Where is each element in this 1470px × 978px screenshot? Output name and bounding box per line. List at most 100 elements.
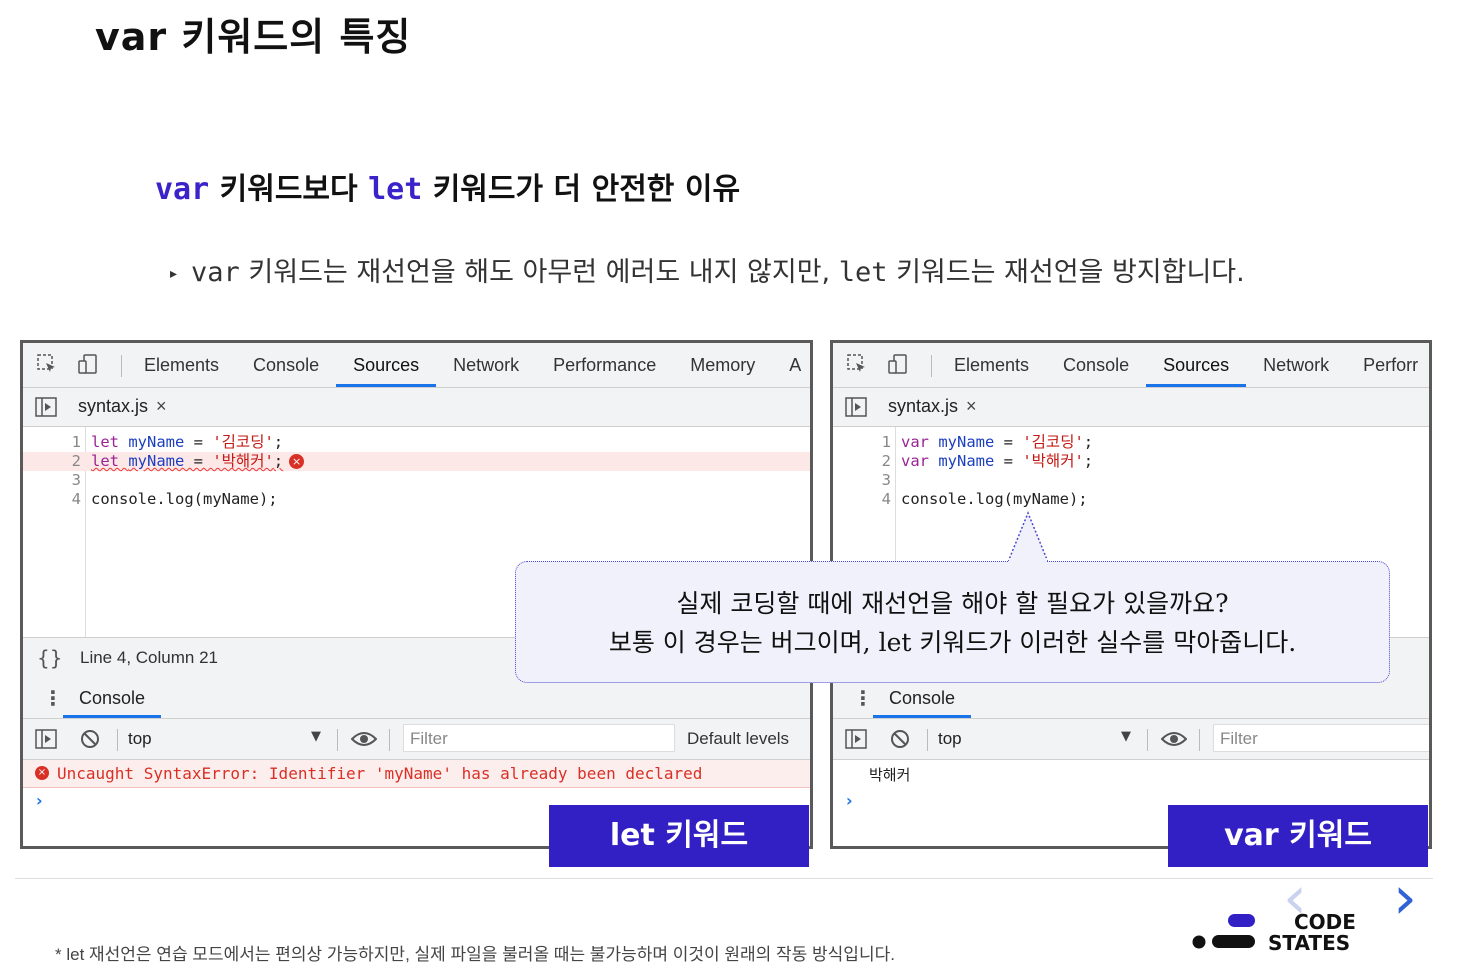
tab-network[interactable]: Network xyxy=(1246,343,1346,387)
console-log-output: 박해커 xyxy=(869,766,911,784)
tab-elements[interactable]: Elements xyxy=(937,343,1046,387)
tab-elements[interactable]: Elements xyxy=(127,343,236,387)
inspect-element-icon[interactable] xyxy=(847,354,867,374)
previous-slide-icon[interactable]: ‹ xyxy=(1283,868,1307,928)
drawer-tab-console[interactable]: Console xyxy=(63,678,162,718)
line-number: 4 xyxy=(881,490,891,508)
code-line-error: 2 let myName = '박해커'; × xyxy=(23,452,810,471)
tab-network[interactable]: Network xyxy=(436,343,536,387)
code-text: console.log(myName); xyxy=(91,490,278,508)
tab-sources[interactable]: Sources xyxy=(1146,343,1247,387)
toggle-navigator-icon[interactable] xyxy=(845,397,867,417)
code-keyword: let xyxy=(91,452,119,470)
bullet-keyword-let: let xyxy=(838,257,888,288)
file-tab[interactable]: syntax.js × xyxy=(78,396,167,417)
pretty-print-icon[interactable]: {} xyxy=(37,646,62,670)
code-identifier: myName xyxy=(128,452,185,470)
code-operator: = xyxy=(994,452,1023,470)
more-options-icon[interactable]: ⋮ xyxy=(853,686,873,710)
tab-sources[interactable]: Sources xyxy=(336,343,437,387)
clear-console-icon[interactable] xyxy=(890,729,910,749)
devtools-toolbar: Elements Console Sources Network Perforr xyxy=(833,343,1429,388)
code-line: 2 var myName = '박해커'; xyxy=(833,452,1429,471)
file-name: syntax.js xyxy=(78,396,149,416)
show-sidebar-icon[interactable] xyxy=(845,729,867,749)
code-operator: = xyxy=(994,433,1023,451)
device-toolbar-icon[interactable] xyxy=(888,354,908,374)
codestates-logo: CODE STATES xyxy=(1190,910,1360,960)
tab-memory[interactable]: Memory xyxy=(673,343,772,387)
code-line: 4 console.log(myName); xyxy=(23,490,810,509)
label-var-keyword: var 키워드 xyxy=(1168,805,1428,867)
clear-console-icon[interactable] xyxy=(80,729,100,749)
code-keyword: var xyxy=(901,452,929,470)
line-number: 1 xyxy=(71,433,81,451)
heading-text-1: 키워드보다 xyxy=(209,172,369,207)
code-string: '김코딩' xyxy=(212,433,274,451)
console-toolbar: top ▼ Filter Default levels xyxy=(23,719,810,760)
chevron-down-icon[interactable]: ▼ xyxy=(311,729,321,744)
line-number: 3 xyxy=(881,471,891,489)
code-keyword: var xyxy=(901,433,929,451)
context-selector[interactable]: top xyxy=(128,729,152,749)
next-slide-icon[interactable]: › xyxy=(1393,868,1417,928)
label-let-keyword: let 키워드 xyxy=(549,805,809,867)
devtools-tabs: Elements Console Sources Network Perforr xyxy=(937,343,1429,387)
code-text: console.log(myName); xyxy=(901,490,1088,508)
code-identifier: myName xyxy=(938,433,995,451)
filter-input[interactable]: Filter xyxy=(1213,724,1429,752)
inspect-element-icon[interactable] xyxy=(37,354,57,374)
eye-icon[interactable] xyxy=(351,730,377,748)
log-levels-dropdown[interactable]: Default levels xyxy=(687,729,789,749)
code-operator: = xyxy=(184,452,213,470)
device-toolbar-icon[interactable] xyxy=(78,354,98,374)
console-prompt-icon[interactable]: › xyxy=(36,791,43,810)
tab-console[interactable]: Console xyxy=(236,343,336,387)
close-icon[interactable]: × xyxy=(966,396,977,416)
error-icon[interactable]: × xyxy=(289,454,305,469)
code-operator: = xyxy=(184,433,213,451)
code-semicolon: ; xyxy=(273,452,284,470)
callout-joint xyxy=(1009,558,1047,563)
section-heading: var 키워드보다 let 키워드가 더 안전한 이유 xyxy=(155,164,740,208)
code-line: 3 xyxy=(23,471,810,490)
code-string: '박해커' xyxy=(1022,452,1084,470)
drawer-tab-console[interactable]: Console xyxy=(873,678,972,718)
context-selector[interactable]: top xyxy=(938,729,962,749)
file-tab[interactable]: syntax.js × xyxy=(888,396,977,417)
console-toolbar: top ▼ Filter xyxy=(833,719,1429,760)
callout-line-2: 보통 이 경우는 버그이며, let 키워드가 이러한 실수를 막아줍니다. xyxy=(608,628,1297,657)
bullet-keyword-var: var xyxy=(191,257,240,288)
chevron-down-icon[interactable]: ▼ xyxy=(1121,729,1131,744)
bullet-marker-icon: ▸ xyxy=(170,265,178,282)
code-string: '박해커' xyxy=(212,452,274,470)
bullet-point: ▸ var 키워드는 재선언을 해도 아무런 에러도 내지 않지만, let 키워… xyxy=(170,250,1245,289)
logo-text-states: STATES xyxy=(1268,931,1351,955)
more-options-icon[interactable]: ⋮ xyxy=(43,686,63,710)
tab-performance[interactable]: Performance xyxy=(536,343,673,387)
devtools-toolbar: Elements Console Sources Network Perform… xyxy=(23,343,810,388)
code-identifier: myName xyxy=(938,452,995,470)
callout-line-1: 실제 코딩할 때에 재선언을 해야 할 필요가 있을까요? xyxy=(676,589,1229,618)
toggle-navigator-icon[interactable] xyxy=(35,397,57,417)
divider xyxy=(15,878,1433,879)
heading-keyword-var: var xyxy=(155,172,210,207)
close-icon[interactable]: × xyxy=(156,396,167,416)
code-line: 4 console.log(myName); xyxy=(833,490,1429,509)
slide-title: var 키워드의 특징 xyxy=(95,15,412,59)
drawer-header: ⋮ Console xyxy=(833,678,1429,719)
filter-input[interactable]: Filter xyxy=(403,724,675,752)
tab-console[interactable]: Console xyxy=(1046,343,1146,387)
callout-box: 실제 코딩할 때에 재선언을 해야 할 필요가 있을까요? 보통 이 경우는 버… xyxy=(515,561,1390,683)
console-error-row: × Uncaught SyntaxError: Identifier 'myNa… xyxy=(23,760,810,788)
tab-performance[interactable]: Perforr xyxy=(1346,343,1429,387)
drawer-header: ⋮ Console xyxy=(23,678,810,719)
console-prompt-icon[interactable]: › xyxy=(846,791,853,810)
bullet-text-2: 키워드는 재선언을 방지합니다. xyxy=(887,257,1245,288)
code-string: '김코딩' xyxy=(1022,433,1084,451)
show-sidebar-icon[interactable] xyxy=(35,729,57,749)
line-number: 3 xyxy=(71,471,81,489)
tab-more[interactable]: A xyxy=(772,343,810,387)
eye-icon[interactable] xyxy=(1161,730,1187,748)
console-error-message: Uncaught SyntaxError: Identifier 'myName… xyxy=(57,764,703,783)
